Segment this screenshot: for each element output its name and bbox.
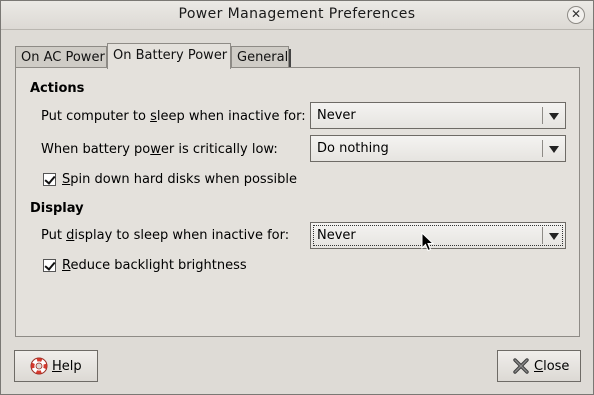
label-text: isplay to sleep when inactive for: (74, 228, 290, 243)
combo-value: Never (317, 228, 356, 243)
checkbox-label: Spin down hard disks when possible (62, 172, 297, 187)
display-sleep-combo[interactable]: Never (310, 222, 566, 249)
triangle-down-icon (549, 233, 559, 240)
combo-value: Never (317, 108, 356, 123)
computer-sleep-label: Put computer to sleep when inactive for: (41, 109, 306, 124)
mnemonic: C (534, 358, 544, 374)
button-label: Help (52, 359, 82, 374)
battery-settings-panel: Actions Put computer to sleep when inact… (15, 67, 580, 337)
mnemonic: s (150, 109, 157, 124)
mouse-pointer-icon (421, 232, 435, 252)
label-text: lose (543, 358, 570, 374)
computer-sleep-combo[interactable]: Never (310, 102, 566, 129)
help-button[interactable]: Help (14, 350, 98, 382)
close-icon (512, 357, 530, 375)
tab-label: General (237, 50, 289, 65)
tab-on-battery-power[interactable]: On Battery Power (107, 43, 231, 69)
preferences-window: Power Management Preferences ✕ On AC Pow… (0, 0, 594, 395)
critical-battery-label: When battery power is critically low: (41, 142, 278, 157)
title-bar[interactable]: Power Management Preferences ✕ (1, 1, 593, 30)
label-text: pin down hard disks when possible (70, 172, 297, 187)
tab-on-ac-power[interactable]: On AC Power (15, 46, 107, 68)
window-close-icon[interactable]: ✕ (567, 6, 585, 24)
spin-down-checkbox[interactable]: Spin down hard disks when possible (43, 172, 297, 187)
label-text: Put (41, 228, 67, 243)
checkbox-checked-icon[interactable] (43, 259, 56, 272)
tab-label: On Battery Power (113, 48, 228, 63)
label-text: elp (61, 358, 82, 374)
button-label: Close (534, 359, 569, 374)
label-text: er is critically low: (160, 142, 278, 157)
critical-battery-combo[interactable]: Do nothing (310, 135, 566, 162)
checkbox-checked-icon[interactable] (43, 173, 56, 186)
triangle-down-icon (549, 146, 559, 153)
reduce-backlight-checkbox[interactable]: Reduce backlight brightness (43, 258, 247, 273)
close-button[interactable]: Close (497, 350, 581, 382)
triangle-down-icon (549, 113, 559, 120)
combo-separator (542, 227, 543, 244)
combo-separator (542, 107, 543, 124)
display-sleep-label: Put display to sleep when inactive for: (41, 228, 289, 243)
lifebuoy-icon (30, 357, 48, 375)
tab-general[interactable]: General (231, 46, 291, 68)
combo-separator (542, 140, 543, 157)
tab-label: On AC Power (21, 50, 105, 65)
mnemonic: w (150, 142, 161, 157)
mnemonic: H (52, 358, 62, 374)
tab-shadow (289, 49, 291, 68)
window-title: Power Management Preferences (178, 6, 416, 22)
display-heading: Display (30, 201, 84, 216)
combo-value: Do nothing (317, 141, 389, 156)
label-text: When battery po (41, 142, 151, 157)
label-text: educe backlight brightness (70, 258, 247, 273)
checkbox-label: Reduce backlight brightness (62, 258, 247, 273)
label-text: leep when inactive for: (156, 109, 306, 124)
actions-heading: Actions (30, 81, 85, 96)
label-text: Put computer to (41, 109, 151, 124)
